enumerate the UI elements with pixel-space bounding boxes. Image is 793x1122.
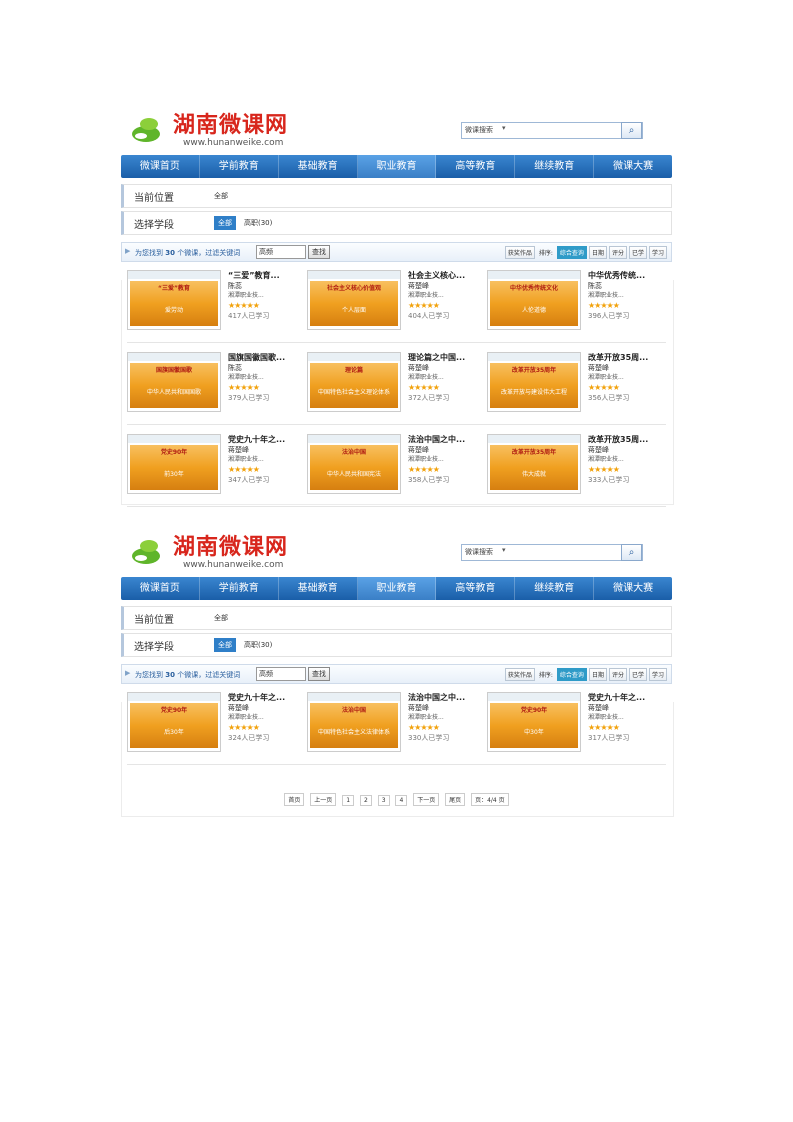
- stage-vocational-tag[interactable]: 高职(30): [244, 640, 272, 650]
- location-label: 当前位置: [134, 615, 174, 626]
- result-message: 为您找到 30 个微课，过滤关键词: [135, 248, 240, 258]
- search-button[interactable]: ⌕: [621, 544, 642, 561]
- sort-study[interactable]: 学习: [648, 246, 667, 259]
- filter-bar: ▶ 为您找到 30 个微课，过滤关键词 高频 查找 获奖作品 排序: 综合查询 …: [121, 242, 672, 262]
- nav-item-contest[interactable]: 微课大赛: [594, 155, 672, 178]
- grid-frame: [121, 280, 674, 505]
- search-input[interactable]: 微课搜索 ▾: [461, 122, 643, 139]
- search-input[interactable]: 微课搜索 ▾: [461, 544, 643, 561]
- sort-learned[interactable]: 已学: [628, 668, 647, 681]
- stage-all-tag[interactable]: 全部: [214, 638, 236, 652]
- filter-bar: ▶ 为您找到 30 个微课，过滤关键词 高频 查找 获奖作品 排序: 综合查询 …: [121, 664, 672, 684]
- nav-item-basic[interactable]: 基础教育: [279, 155, 358, 178]
- main-nav: 微课首页 学前教育 基础教育 职业教育 高等教育 继续教育 微课大赛: [121, 155, 672, 178]
- nav-item-higher[interactable]: 高等教育: [436, 155, 516, 178]
- site-domain: www.hunanweike.com: [183, 560, 284, 570]
- find-button[interactable]: 查找: [308, 667, 330, 681]
- main-nav: 微课首页 学前教育 基础教育 职业教育 高等教育 继续教育 微课大赛: [121, 577, 672, 600]
- chevron-down-icon[interactable]: ▾: [502, 546, 506, 554]
- search-category[interactable]: 微课搜索: [465, 547, 493, 557]
- chevron-down-icon[interactable]: ▾: [502, 124, 506, 132]
- site-brand[interactable]: 湖南微课网: [173, 536, 288, 560]
- sort-learned[interactable]: 已学: [628, 246, 647, 259]
- nav-item-home[interactable]: 微课首页: [121, 155, 200, 178]
- nav-item-preschool[interactable]: 学前教育: [200, 155, 279, 178]
- leaf-logo-icon: [132, 118, 160, 142]
- result-count: 30: [165, 249, 175, 257]
- search-button[interactable]: ⌕: [621, 122, 642, 139]
- thumb-header: [488, 693, 580, 701]
- nav-item-basic[interactable]: 基础教育: [279, 577, 358, 600]
- result-message: 为您找到 30 个微课，过滤关键词: [135, 670, 240, 680]
- triangle-icon: ▶: [125, 247, 131, 255]
- sort-buttons: 获奖作品 排序: 综合查询 日期 评分 已学 学习: [504, 668, 667, 681]
- stage-all-tag[interactable]: 全部: [214, 216, 236, 230]
- stage-label: 选择学段: [134, 642, 174, 653]
- sort-composite[interactable]: 综合查询: [556, 668, 587, 681]
- stage-row: 选择学段 全部 高职(30): [121, 211, 672, 235]
- thumb-header: [308, 693, 400, 701]
- sort-rating[interactable]: 评分: [608, 668, 627, 681]
- sort-awarded[interactable]: 获奖作品: [504, 246, 535, 259]
- site-header: 湖南微课网 www.hunanweike.com 微课搜索 ▾ ⌕: [121, 108, 672, 155]
- site-domain: www.hunanweike.com: [183, 138, 284, 148]
- result-suffix: 个微课，过滤关键词: [177, 671, 241, 679]
- site-header: 湖南微课网 www.hunanweike.com 微课搜索 ▾ ⌕: [121, 530, 672, 577]
- thumb-header: [308, 271, 400, 279]
- stage-row: 选择学段 全部 高职(30): [121, 633, 672, 657]
- nav-item-vocational[interactable]: 职业教育: [357, 155, 437, 178]
- keyword-input[interactable]: 高频: [256, 245, 306, 259]
- row-divider: [127, 506, 666, 507]
- sort-date[interactable]: 日期: [588, 246, 607, 259]
- find-button[interactable]: 查找: [308, 245, 330, 259]
- nav-item-higher[interactable]: 高等教育: [436, 577, 516, 600]
- sort-study[interactable]: 学习: [648, 668, 667, 681]
- result-count: 30: [165, 671, 175, 679]
- result-prefix: 为您找到: [135, 249, 163, 257]
- sort-label: 排序:: [538, 250, 553, 257]
- sort-rating[interactable]: 评分: [608, 246, 627, 259]
- nav-item-continuing[interactable]: 继续教育: [515, 577, 595, 600]
- sort-date[interactable]: 日期: [588, 668, 607, 681]
- nav-item-contest[interactable]: 微课大赛: [594, 577, 672, 600]
- grid-frame: [121, 702, 674, 817]
- sort-buttons: 获奖作品 排序: 综合查询 日期 评分 已学 学习: [504, 246, 667, 259]
- thumb-header: [128, 693, 220, 701]
- leaf-logo-icon: [132, 540, 160, 564]
- location-label: 当前位置: [134, 193, 174, 204]
- location-row: 当前位置 全部: [121, 184, 672, 208]
- keyword-input[interactable]: 高频: [256, 667, 306, 681]
- screenshot-1: 湖南微课网 www.hunanweike.com 微课搜索 ▾ ⌕ 微课首页 学…: [121, 108, 674, 507]
- thumb-header: [128, 271, 220, 279]
- search-category[interactable]: 微课搜索: [465, 125, 493, 135]
- nav-item-preschool[interactable]: 学前教育: [200, 577, 279, 600]
- result-prefix: 为您找到: [135, 671, 163, 679]
- sort-label: 排序:: [538, 672, 553, 679]
- sort-composite[interactable]: 综合查询: [556, 246, 587, 259]
- thumb-header: [488, 271, 580, 279]
- result-suffix: 个微课，过滤关键词: [177, 249, 241, 257]
- nav-item-home[interactable]: 微课首页: [121, 577, 200, 600]
- location-value[interactable]: 全部: [214, 191, 228, 201]
- triangle-icon: ▶: [125, 669, 131, 677]
- search-icon: ⌕: [628, 125, 635, 136]
- stage-label: 选择学段: [134, 220, 174, 231]
- location-value[interactable]: 全部: [214, 613, 228, 623]
- location-row: 当前位置 全部: [121, 606, 672, 630]
- search-icon: ⌕: [628, 547, 635, 558]
- site-brand[interactable]: 湖南微课网: [173, 114, 288, 138]
- sort-awarded[interactable]: 获奖作品: [504, 668, 535, 681]
- nav-item-continuing[interactable]: 继续教育: [515, 155, 595, 178]
- screenshot-2: 湖南微课网 www.hunanweike.com 微课搜索 ▾ ⌕ 微课首页 学…: [121, 530, 674, 817]
- stage-vocational-tag[interactable]: 高职(30): [244, 218, 272, 228]
- nav-item-vocational[interactable]: 职业教育: [357, 577, 437, 600]
